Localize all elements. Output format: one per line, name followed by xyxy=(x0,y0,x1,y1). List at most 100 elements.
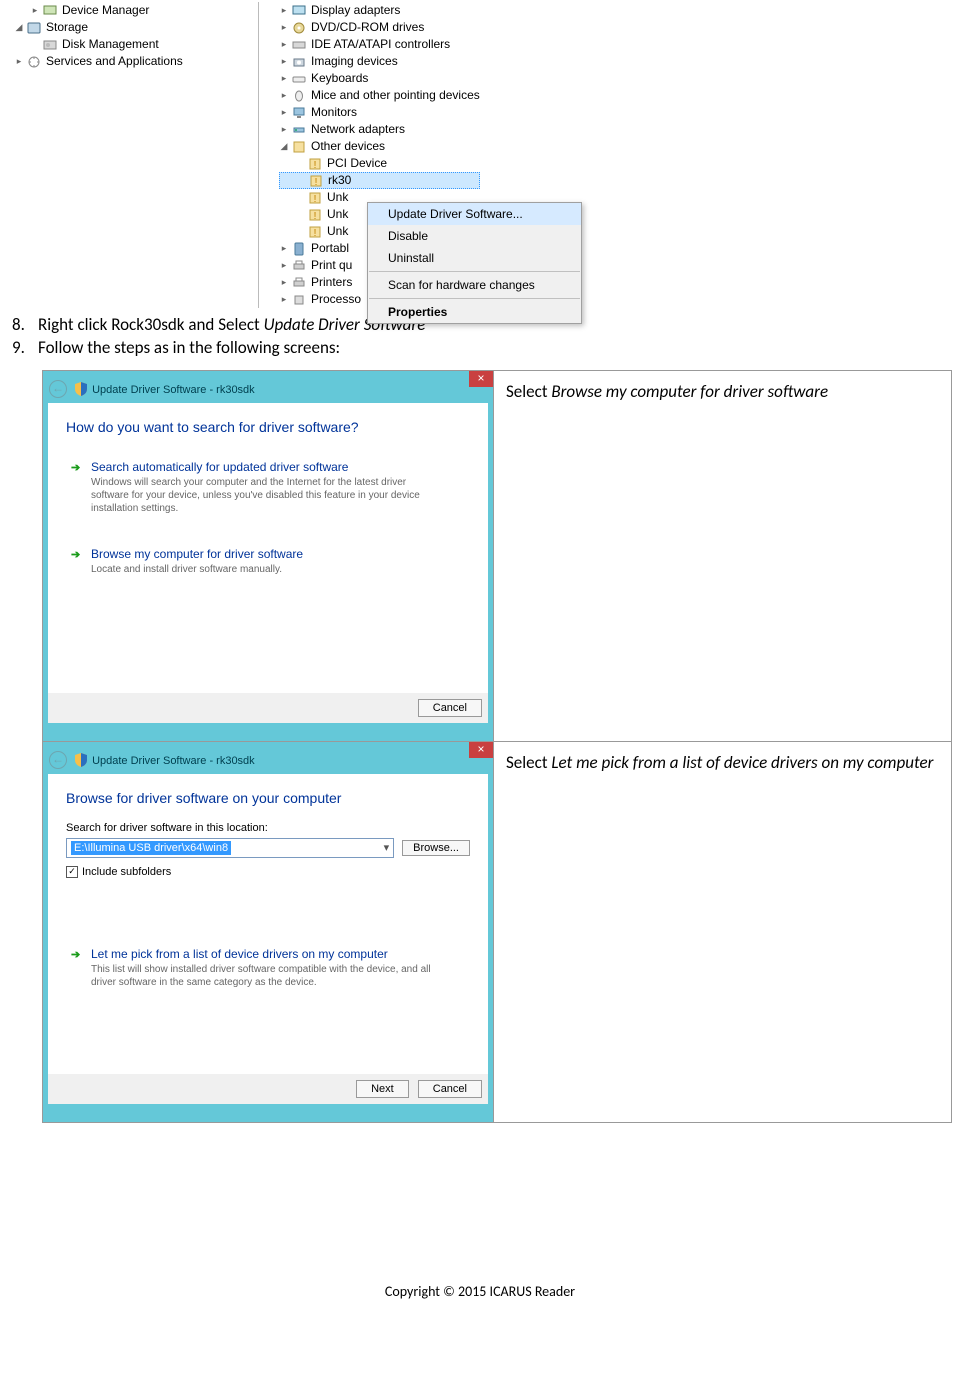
expander-icon[interactable]: ▸ xyxy=(279,121,289,138)
cancel-button[interactable]: Cancel xyxy=(418,699,482,717)
include-subfolders-label: Include subfolders xyxy=(82,866,171,878)
expander-icon[interactable]: ▸ xyxy=(279,53,289,70)
tree-item-label: Keyboards xyxy=(311,70,368,87)
include-subfolders-checkbox[interactable]: ✓ xyxy=(66,866,78,878)
search-location-label: Search for driver software in this locat… xyxy=(66,822,470,834)
expander-icon[interactable]: ◢ xyxy=(279,138,289,155)
expander-icon[interactable]: ▸ xyxy=(279,274,289,291)
option-title: Let me pick from a list of device driver… xyxy=(91,947,459,961)
tree-item-label: DVD/CD-ROM drives xyxy=(311,19,424,36)
network-icon xyxy=(291,122,307,138)
expander-icon[interactable]: ▸ xyxy=(279,291,289,308)
tree-item-label: Printers xyxy=(311,274,352,291)
tree-item[interactable]: ◢ Other devices xyxy=(279,138,480,155)
next-button[interactable]: Next xyxy=(356,1080,409,1098)
option-desc: Windows will search your computer and th… xyxy=(91,476,441,515)
option-search-auto[interactable]: ➔ Search automatically for updated drive… xyxy=(66,451,470,526)
expander-icon[interactable]: ▸ xyxy=(14,53,24,70)
expander-icon[interactable]: ▸ xyxy=(30,2,40,19)
tree-item-label: Portabl xyxy=(311,240,349,257)
arrow-icon: ➔ xyxy=(71,948,80,961)
tree-item-label: Device Manager xyxy=(62,2,149,19)
tree-item-label: PCI Device xyxy=(327,155,387,172)
svg-text:!: ! xyxy=(314,160,317,171)
tree-item[interactable]: ▸ Network adapters xyxy=(279,121,480,138)
tree-item[interactable]: ◢ Storage xyxy=(14,19,258,36)
expander-icon[interactable]: ▸ xyxy=(279,104,289,121)
svg-text:!: ! xyxy=(314,228,317,239)
cancel-button[interactable]: Cancel xyxy=(418,1080,482,1098)
menu-item[interactable]: Update Driver Software... xyxy=(368,203,581,225)
tree-item-label: Disk Management xyxy=(62,36,159,53)
dvd-icon xyxy=(291,20,307,36)
menu-item[interactable]: Properties xyxy=(368,301,581,323)
tree-item-label: Unk xyxy=(327,223,348,240)
wizard-heading: Browse for driver software on your compu… xyxy=(66,790,470,806)
back-button[interactable]: ← xyxy=(49,751,67,769)
shield-icon xyxy=(73,381,85,393)
tree-item[interactable]: ▸!PCI Device xyxy=(279,155,480,172)
portable-icon xyxy=(291,241,307,257)
tree-item[interactable]: ▸Display adapters xyxy=(279,2,480,19)
tree-item-label: Services and Applications xyxy=(46,53,183,70)
wizard-window-1: × ← Update Driver Software - rk30sdk How… xyxy=(43,371,493,741)
storage-icon xyxy=(26,20,42,36)
menu-item[interactable]: Disable xyxy=(368,225,581,247)
tree-item[interactable]: ▸ Imaging devices xyxy=(279,53,480,70)
path-input[interactable]: E:\Illumina USB driver\x64\win8 ▾ xyxy=(66,838,394,858)
tree-item[interactable]: ▸ Device Manager xyxy=(14,2,258,19)
svg-text:!: ! xyxy=(315,177,318,188)
dm-right-pane: ▸Display adapters▸DVD/CD-ROM drives▸IDE … xyxy=(258,2,480,308)
back-button[interactable]: ← xyxy=(49,380,67,398)
expander-icon[interactable]: ▸ xyxy=(279,19,289,36)
tree-item-label: rk30 xyxy=(328,172,351,189)
menu-item[interactable]: Uninstall xyxy=(368,247,581,269)
mouse-icon xyxy=(291,88,307,104)
tree-item-label: Network adapters xyxy=(311,121,405,138)
expander-icon[interactable]: ▸ xyxy=(279,257,289,274)
menu-separator xyxy=(369,271,580,272)
option-pick-from-list[interactable]: ➔ Let me pick from a list of device driv… xyxy=(66,938,470,1000)
page-footer: Copyright © 2015 ICARUS Reader xyxy=(0,1283,960,1310)
expander-icon[interactable]: ▸ xyxy=(279,36,289,53)
expander-icon[interactable]: ▸ xyxy=(279,240,289,257)
tree-item[interactable]: ▸ Keyboards xyxy=(279,70,480,87)
tree-item-label: Mice and other pointing devices xyxy=(311,87,480,104)
option-title: Browse my computer for driver software xyxy=(91,547,459,561)
expander-icon[interactable]: ◢ xyxy=(14,19,24,36)
tree-item[interactable]: ▸ IDE ATA/ATAPI controllers xyxy=(279,36,480,53)
step-number-9: 9. xyxy=(12,337,38,360)
tree-item[interactable]: ▸ DVD/CD-ROM drives xyxy=(279,19,480,36)
tree-item-label: Other devices xyxy=(311,138,385,155)
tree-item[interactable]: ▸ Mice and other pointing devices xyxy=(279,87,480,104)
cpu-icon xyxy=(291,292,307,308)
expander-icon[interactable]: ▸ xyxy=(279,87,289,104)
option-title: Search automatically for updated driver … xyxy=(91,460,459,474)
tree-item-label: Storage xyxy=(46,19,88,36)
browse-button[interactable]: Browse... xyxy=(402,840,470,856)
expander-icon[interactable]: ▸ xyxy=(279,2,289,19)
menu-item[interactable]: Scan for hardware changes xyxy=(368,274,581,296)
path-value: E:\Illumina USB driver\x64\win8 xyxy=(71,841,231,855)
warn-icon: ! xyxy=(307,207,323,223)
caption-1: Select Browse my computer for driver sof… xyxy=(506,381,828,402)
dropdown-icon[interactable]: ▾ xyxy=(384,841,390,854)
expander-icon[interactable]: ▸ xyxy=(279,70,289,87)
tree-item[interactable]: ▸Monitors xyxy=(279,104,480,121)
tree-item-label: Imaging devices xyxy=(311,53,398,70)
tree-item[interactable]: ▸Disk Management xyxy=(14,36,258,53)
step-number-8: 8. xyxy=(12,314,38,337)
monitor-icon xyxy=(291,105,307,121)
tree-item[interactable]: ▸!rk30 xyxy=(279,172,480,189)
close-button[interactable]: × xyxy=(469,742,493,758)
printer-icon xyxy=(291,275,307,291)
svg-text:!: ! xyxy=(314,194,317,205)
tree-item[interactable]: ▸ Services and Applications xyxy=(14,53,258,70)
tree-item-label: Unk xyxy=(327,206,348,223)
svg-text:!: ! xyxy=(314,211,317,222)
close-button[interactable]: × xyxy=(469,371,493,387)
tree-item-label: Processo xyxy=(311,291,361,308)
printer-icon xyxy=(291,258,307,274)
tree-item-label: IDE ATA/ATAPI controllers xyxy=(311,36,450,53)
option-browse[interactable]: ➔ Browse my computer for driver software… xyxy=(66,538,470,587)
